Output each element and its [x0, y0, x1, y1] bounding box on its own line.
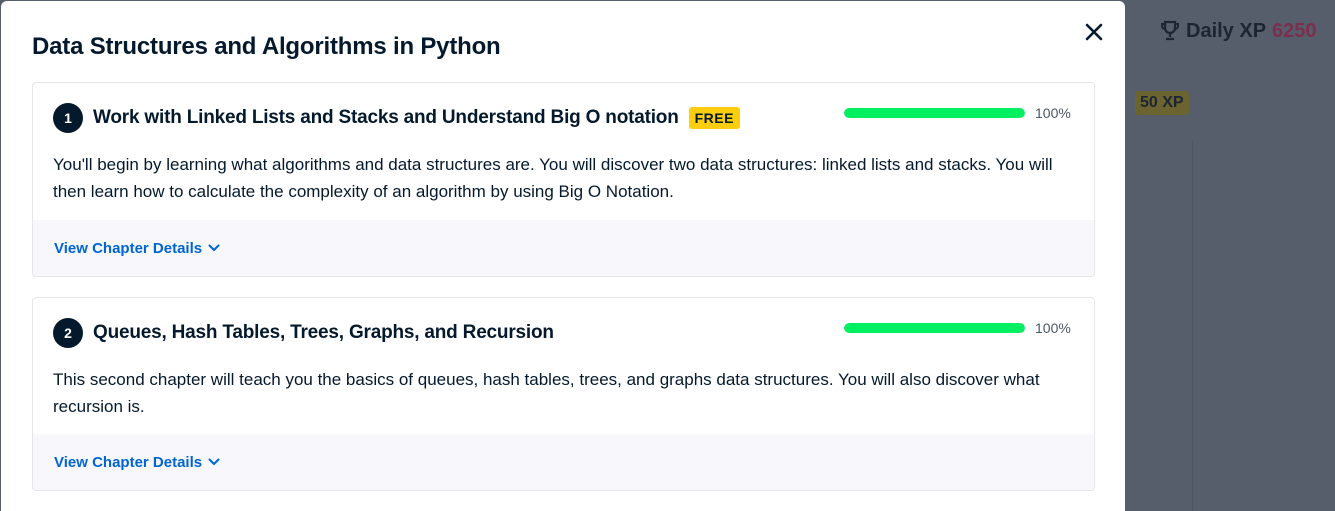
view-chapter-details-label: View Chapter Details: [54, 453, 203, 471]
view-chapter-details-label: View Chapter Details: [54, 239, 203, 257]
chapter-title[interactable]: Queues, Hash Tables, Trees, Graphs, and …: [93, 322, 554, 344]
close-button[interactable]: [1082, 20, 1106, 44]
chevron-down-icon: [208, 458, 220, 465]
course-outline-modal: Data Structures and Algorithms in Python…: [1, 1, 1125, 511]
progress-fill: [844, 108, 1025, 118]
progress-percent: 100%: [1035, 320, 1071, 336]
chapter-title[interactable]: Work with Linked Lists and Stacks and Un…: [93, 107, 679, 129]
chapter-number: 1: [53, 103, 83, 133]
view-chapter-details-button[interactable]: View Chapter Details: [54, 454, 220, 471]
progress-bar: [844, 323, 1025, 333]
free-badge: FREE: [688, 107, 740, 129]
daily-xp-indicator: Daily XP 6250: [1160, 18, 1317, 44]
chapter-card: 2 Queues, Hash Tables, Trees, Graphs, an…: [32, 297, 1095, 491]
view-chapter-details-button[interactable]: View Chapter Details: [54, 240, 220, 257]
chapter-footer: View Chapter Details: [33, 220, 1094, 276]
chapter-card: 1 Work with Linked Lists and Stacks and …: [32, 82, 1095, 277]
modal-title: Data Structures and Algorithms in Python: [32, 33, 501, 60]
chapter-header: 2 Queues, Hash Tables, Trees, Graphs, an…: [53, 318, 554, 348]
trophy-icon: [1161, 20, 1179, 41]
close-icon: [1085, 23, 1103, 41]
chapter-footer: View Chapter Details: [33, 434, 1094, 490]
chapter-progress: 100%: [844, 105, 1071, 121]
chapter-header: 1 Work with Linked Lists and Stacks and …: [53, 103, 740, 133]
progress-fill: [844, 323, 1025, 333]
progress-bar: [844, 108, 1025, 118]
chapter-description: This second chapter will teach you the b…: [53, 370, 1040, 416]
divider: [1192, 140, 1193, 511]
chapter-progress: 100%: [844, 320, 1071, 336]
chevron-down-icon: [208, 244, 220, 251]
daily-xp-value: 6250: [1272, 19, 1317, 42]
daily-xp-label: Daily XP: [1186, 19, 1267, 42]
progress-percent: 100%: [1035, 105, 1071, 121]
chapter-description: You'll begin by learning what algorithms…: [53, 155, 1053, 201]
chapter-number: 2: [53, 318, 83, 348]
xp-badge: 50 XP: [1135, 91, 1189, 115]
